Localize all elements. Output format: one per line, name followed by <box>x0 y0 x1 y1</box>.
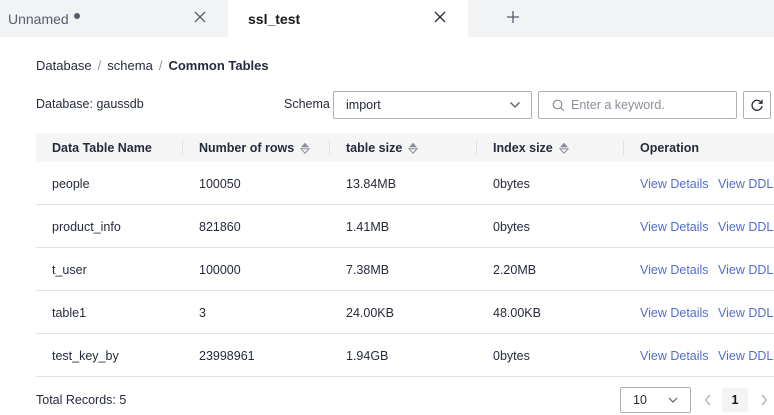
cell-table-name: people <box>52 176 90 191</box>
view-ddl-link[interactable]: View DDL <box>718 248 773 291</box>
tables-table: Data Table Name Number of rows table siz… <box>36 133 774 377</box>
schema-select[interactable]: import <box>333 91 532 119</box>
table-row: product_info 821860 1.41MB 0bytes View D… <box>36 205 774 248</box>
search-box[interactable] <box>538 91 737 119</box>
cell-index-size: 0bytes <box>493 176 530 191</box>
view-ddl-link[interactable]: View DDL <box>718 162 773 205</box>
database-label: Database: gaussdb <box>36 97 144 111</box>
close-icon[interactable] <box>192 9 208 25</box>
chevron-left-icon[interactable] <box>702 392 714 408</box>
column-header-name: Data Table Name <box>52 140 152 155</box>
column-divider <box>623 140 624 155</box>
cell-index-size: 0bytes <box>493 219 530 234</box>
cell-row-count: 100050 <box>199 176 241 191</box>
schema-select-value: import <box>346 98 381 112</box>
close-icon[interactable] <box>432 9 448 25</box>
view-ddl-link[interactable]: View DDL <box>718 205 773 248</box>
chevron-down-icon <box>510 102 520 108</box>
cell-table-name: product_info <box>52 219 121 234</box>
column-header-index-size[interactable]: Index size <box>493 133 569 162</box>
refresh-icon <box>751 99 763 111</box>
cell-row-count: 23998961 <box>199 348 255 363</box>
sort-icon[interactable] <box>300 142 311 154</box>
cell-table-name: table1 <box>52 305 87 320</box>
view-details-link[interactable]: View Details <box>640 162 709 205</box>
column-header-operation: Operation <box>640 140 700 155</box>
column-header-table-size[interactable]: table size <box>346 133 419 162</box>
table-row: t_user 100000 7.38MB 2.20MB View Details… <box>36 248 774 291</box>
breadcrumb-separator: / <box>158 58 163 73</box>
schema-label: Schema <box>284 97 330 111</box>
cell-index-size: 48.00KB <box>493 305 541 320</box>
chevron-down-icon <box>668 397 678 403</box>
cell-table-size: 24.00KB <box>346 305 394 320</box>
page-size-value: 10 <box>633 393 647 407</box>
cell-table-name: t_user <box>52 262 87 277</box>
view-ddl-link[interactable]: View DDL <box>718 291 773 334</box>
breadcrumb: Database / schema / Common Tables <box>36 58 269 73</box>
tab-ssl-test[interactable]: ssl_test <box>228 0 468 37</box>
column-divider <box>182 140 183 155</box>
breadcrumb-current: Common Tables <box>168 58 269 73</box>
cell-table-size: 1.94GB <box>346 348 389 363</box>
table-row: test_key_by 23998961 1.94GB 0bytes View … <box>36 334 774 377</box>
search-input[interactable] <box>571 96 731 114</box>
page-size-select[interactable]: 10 <box>620 387 691 413</box>
tab-label: ssl_test <box>248 10 301 27</box>
column-divider <box>476 140 477 155</box>
column-divider <box>329 140 330 155</box>
cell-row-count: 100000 <box>199 262 241 277</box>
unsaved-indicator <box>73 12 80 19</box>
view-details-link[interactable]: View Details <box>640 248 709 291</box>
cell-table-size: 13.84MB <box>346 176 397 191</box>
view-details-link[interactable]: View Details <box>640 291 709 334</box>
breadcrumb-database[interactable]: Database <box>36 58 92 73</box>
breadcrumb-separator: / <box>97 58 102 73</box>
search-icon <box>552 99 565 112</box>
add-tab-icon[interactable] <box>505 9 521 25</box>
tab-unnamed[interactable]: Unnamed <box>0 0 228 37</box>
cell-table-name: test_key_by <box>52 348 119 363</box>
table-header: Data Table Name Number of rows table siz… <box>36 133 774 162</box>
view-details-link[interactable]: View Details <box>640 334 709 377</box>
total-records: Total Records: 5 <box>36 393 127 407</box>
column-header-rows[interactable]: Number of rows <box>199 133 311 162</box>
cell-index-size: 0bytes <box>493 348 530 363</box>
tab-label: Unnamed <box>8 10 69 27</box>
cell-table-size: 1.41MB <box>346 219 390 234</box>
refresh-button[interactable] <box>743 91 771 119</box>
page-number-current[interactable]: 1 <box>722 388 748 412</box>
cell-row-count: 821860 <box>199 219 241 234</box>
sort-icon[interactable] <box>558 142 569 154</box>
cell-table-size: 7.38MB <box>346 262 390 277</box>
chevron-right-icon[interactable] <box>758 392 770 408</box>
table-row: table1 3 24.00KB 48.00KB View Details Vi… <box>36 291 774 334</box>
sort-icon[interactable] <box>408 142 419 154</box>
view-details-link[interactable]: View Details <box>640 205 709 248</box>
cell-row-count: 3 <box>199 305 206 320</box>
tab-bar: Unnamed ssl_test <box>0 0 774 37</box>
breadcrumb-schema[interactable]: schema <box>107 58 153 73</box>
table-row: people 100050 13.84MB 0bytes View Detail… <box>36 162 774 205</box>
view-ddl-link[interactable]: View DDL <box>718 334 773 377</box>
cell-index-size: 2.20MB <box>493 262 537 277</box>
